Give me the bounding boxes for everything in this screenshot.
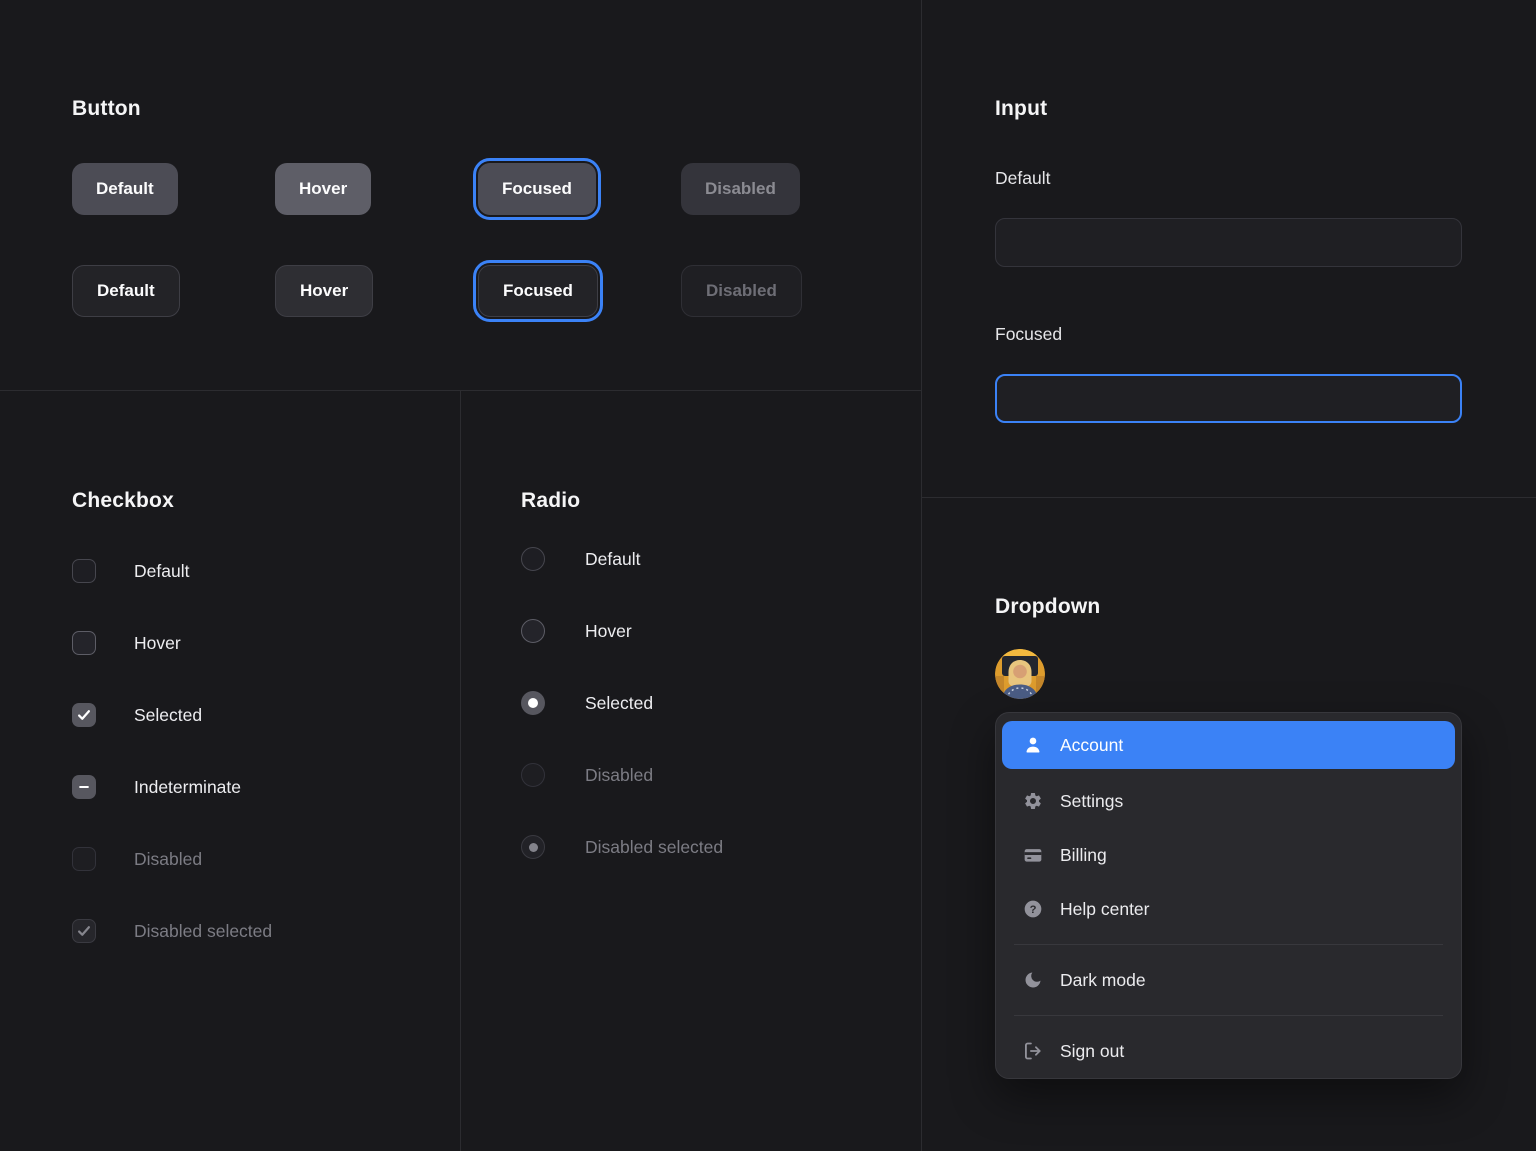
radio-default-label: Default bbox=[585, 549, 640, 570]
menu-item-settings[interactable]: Settings bbox=[1002, 774, 1455, 828]
radio-selected[interactable] bbox=[521, 691, 545, 715]
checkmark-icon bbox=[75, 706, 93, 724]
radio-disabled-label: Disabled bbox=[585, 765, 653, 786]
radio-selected-label: Selected bbox=[585, 693, 653, 714]
text-input-focused[interactable] bbox=[995, 374, 1462, 423]
radio-row-disabled-selected: Disabled selected bbox=[521, 835, 723, 859]
radio-dot bbox=[528, 698, 538, 708]
input-default-label: Default bbox=[995, 168, 1050, 189]
help-circle-icon: ? bbox=[1022, 898, 1044, 920]
menu-item-sign-out-label: Sign out bbox=[1060, 1041, 1124, 1062]
menu-item-dark-mode-label: Dark mode bbox=[1060, 970, 1146, 991]
checkbox-selected[interactable] bbox=[72, 703, 96, 727]
button-primary-focused[interactable]: Focused bbox=[478, 163, 596, 215]
text-input-default[interactable] bbox=[995, 218, 1462, 267]
radio-disabled-selected bbox=[521, 835, 545, 859]
moon-icon bbox=[1022, 969, 1044, 991]
divider-vertical-main bbox=[921, 0, 922, 1151]
button-secondary-focused[interactable]: Focused bbox=[478, 265, 598, 317]
user-icon bbox=[1022, 734, 1044, 756]
menu-item-dark-mode[interactable]: Dark mode bbox=[1002, 953, 1455, 1007]
avatar-image bbox=[995, 649, 1045, 699]
gear-icon bbox=[1022, 790, 1044, 812]
checkbox-default-label: Default bbox=[134, 561, 189, 582]
checkbox-selected-label: Selected bbox=[134, 705, 202, 726]
checkbox-row-disabled-selected: Disabled selected bbox=[72, 919, 272, 943]
svg-text:?: ? bbox=[1030, 904, 1037, 916]
radio-row-hover: Hover bbox=[521, 619, 632, 643]
button-secondary-default[interactable]: Default bbox=[72, 265, 180, 317]
sign-out-icon bbox=[1022, 1040, 1044, 1062]
checkbox-indeterminate-label: Indeterminate bbox=[134, 777, 241, 798]
button-primary-default[interactable]: Default bbox=[72, 163, 178, 215]
checkbox-default[interactable] bbox=[72, 559, 96, 583]
menu-divider bbox=[1014, 944, 1443, 945]
checkbox-hover[interactable] bbox=[72, 631, 96, 655]
checkbox-row-disabled: Disabled bbox=[72, 847, 202, 871]
menu-item-help-center[interactable]: ? Help center bbox=[1002, 882, 1455, 936]
checkbox-row-selected: Selected bbox=[72, 703, 202, 727]
button-primary-disabled: Disabled bbox=[681, 163, 800, 215]
checkbox-row-indeterminate: Indeterminate bbox=[72, 775, 241, 799]
button-primary-hover[interactable]: Hover bbox=[275, 163, 371, 215]
radio-dot-dim bbox=[529, 843, 538, 852]
radio-disabled-selected-label: Disabled selected bbox=[585, 837, 723, 858]
menu-item-sign-out[interactable]: Sign out bbox=[1002, 1024, 1455, 1078]
divider-horizontal-right bbox=[921, 497, 1536, 498]
radio-row-selected: Selected bbox=[521, 691, 653, 715]
checkbox-hover-label: Hover bbox=[134, 633, 181, 654]
user-avatar[interactable] bbox=[995, 649, 1045, 699]
menu-item-account-label: Account bbox=[1060, 735, 1123, 756]
menu-item-billing-label: Billing bbox=[1060, 845, 1107, 866]
divider-vertical-checkbox-radio bbox=[460, 390, 461, 1151]
menu-item-help-center-label: Help center bbox=[1060, 899, 1150, 920]
checkmark-icon bbox=[75, 922, 93, 940]
radio-section-title: Radio bbox=[521, 489, 580, 513]
indeterminate-dash-icon bbox=[75, 778, 93, 796]
checkbox-section-title: Checkbox bbox=[72, 489, 174, 513]
radio-disabled bbox=[521, 763, 545, 787]
menu-divider bbox=[1014, 1015, 1443, 1016]
checkbox-row-default: Default bbox=[72, 559, 189, 583]
menu-item-account[interactable]: Account bbox=[1002, 721, 1455, 769]
radio-row-default: Default bbox=[521, 547, 640, 571]
radio-hover-label: Hover bbox=[585, 621, 632, 642]
checkbox-disabled-selected bbox=[72, 919, 96, 943]
checkbox-indeterminate[interactable] bbox=[72, 775, 96, 799]
menu-item-billing[interactable]: Billing bbox=[1002, 828, 1455, 882]
input-section-title: Input bbox=[995, 97, 1047, 121]
input-focused-label: Focused bbox=[995, 324, 1062, 345]
checkbox-disabled-label: Disabled bbox=[134, 849, 202, 870]
radio-default[interactable] bbox=[521, 547, 545, 571]
checkbox-disabled bbox=[72, 847, 96, 871]
button-section-title: Button bbox=[72, 97, 141, 121]
dropdown-menu: Account Settings Billing ? Help center D… bbox=[995, 712, 1462, 1079]
radio-hover[interactable] bbox=[521, 619, 545, 643]
credit-card-icon bbox=[1022, 844, 1044, 866]
menu-item-settings-label: Settings bbox=[1060, 791, 1123, 812]
radio-row-disabled: Disabled bbox=[521, 763, 653, 787]
checkbox-disabled-selected-label: Disabled selected bbox=[134, 921, 272, 942]
checkbox-row-hover: Hover bbox=[72, 631, 181, 655]
button-secondary-hover[interactable]: Hover bbox=[275, 265, 373, 317]
dropdown-section-title: Dropdown bbox=[995, 595, 1100, 619]
button-secondary-disabled: Disabled bbox=[681, 265, 802, 317]
